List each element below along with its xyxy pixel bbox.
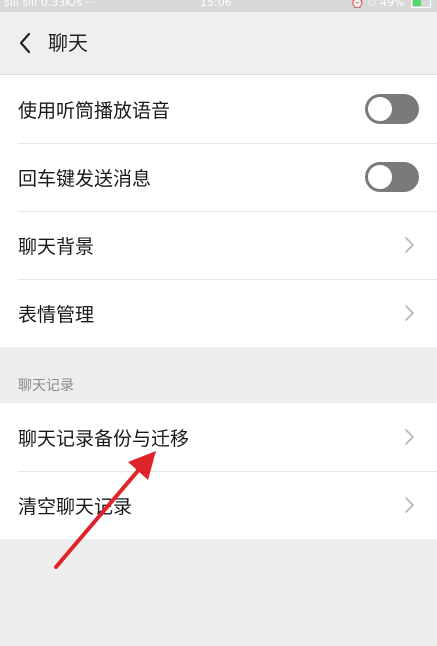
setting-label: 表情管理 xyxy=(18,303,95,326)
status-bar-right: ⏰ ⏱ 49% xyxy=(351,0,431,9)
status-bar-battery-text: ⏰ ⏱ 49% xyxy=(350,0,405,9)
chevron-right-icon xyxy=(405,429,414,445)
setting-label: 清空聊天记录 xyxy=(18,495,133,518)
chevron-right-icon xyxy=(405,305,414,321)
setting-label: 回车键发送消息 xyxy=(18,167,152,190)
setting-label: 聊天记录备份与迁移 xyxy=(18,427,190,450)
section-header-chat-history: 聊天记录 xyxy=(18,378,74,394)
navigation-bar: 聊天 xyxy=(0,12,437,75)
chevron-right-icon xyxy=(405,237,414,253)
toggle-knob xyxy=(368,97,392,121)
settings-group-chat-history: 聊天记录备份与迁移 清空聊天记录 xyxy=(0,403,437,539)
setting-label: 使用听筒播放语音 xyxy=(18,99,171,122)
setting-row-backup-migrate[interactable]: 聊天记录备份与迁移 xyxy=(0,403,437,471)
earpiece-voice-toggle[interactable] xyxy=(365,94,419,124)
setting-row-earpiece-voice[interactable]: 使用听筒播放语音 xyxy=(0,75,437,143)
back-button[interactable] xyxy=(10,28,40,58)
page-title: 聊天 xyxy=(48,31,88,55)
toggle-knob xyxy=(368,165,392,189)
settings-group-general: 使用听筒播放语音 回车键发送消息 聊天背景 表情管理 xyxy=(0,75,437,347)
chevron-right-icon xyxy=(405,497,414,513)
setting-row-clear-history[interactable]: 清空聊天记录 xyxy=(0,471,437,539)
chevron-left-icon xyxy=(19,32,31,54)
battery-icon xyxy=(411,0,431,8)
setting-row-enter-send[interactable]: 回车键发送消息 xyxy=(0,143,437,211)
setting-row-chat-background[interactable]: 聊天背景 xyxy=(0,211,437,279)
setting-row-sticker-management[interactable]: 表情管理 xyxy=(0,279,437,347)
status-bar: sill sill 0.33K/s ··· 15:06 ⏰ ⏱ 49% xyxy=(0,0,437,12)
status-bar-time: 15:06 xyxy=(200,0,232,9)
status-bar-signal: sill sill 0.33K/s ··· xyxy=(4,0,96,9)
setting-label: 聊天背景 xyxy=(18,235,95,258)
enter-send-toggle[interactable] xyxy=(365,162,419,192)
